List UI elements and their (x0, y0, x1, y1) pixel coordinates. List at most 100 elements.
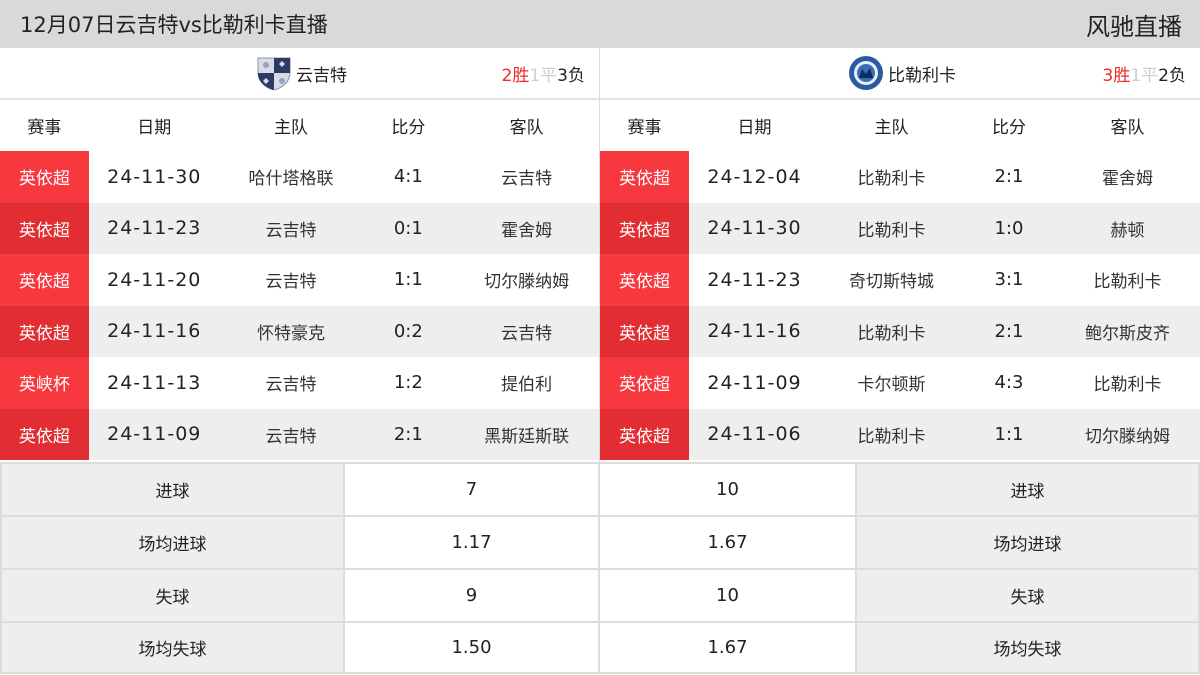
table-row: 英依超 24-11-23 奇切斯特城 3:1 比勒利卡 (600, 254, 1200, 306)
table-header: 赛事 日期 主队 比分 客队 (0, 100, 599, 151)
competition-badge: 英依超 (0, 202, 89, 254)
away-team: 切尔滕纳姆 (484, 272, 570, 293)
record-wins: 3胜 (1102, 65, 1131, 86)
record-draws: 1平 (1130, 65, 1159, 86)
col-competition: 赛事 (627, 118, 662, 138)
brand-name: 风驰直播 (1086, 12, 1182, 41)
table-row: 英依超 24-11-23 云吉特 0:1 霍舍姆 (0, 202, 599, 254)
match-date: 24-11-16 (107, 320, 202, 343)
record-draws: 1平 (529, 65, 558, 86)
competition-badge: 英依超 (600, 305, 689, 357)
match-score: 3:1 (994, 269, 1024, 291)
stat-label-left: 失球 (0, 570, 345, 621)
away-team: 比勒利卡 (1093, 272, 1162, 293)
stat-value-right: 10 (600, 570, 857, 621)
left-team-bar: 云吉特 2胜1平3负 (0, 48, 599, 100)
stats-row-goals: 进球 7 10 进球 (0, 462, 1200, 515)
match-date: 24-11-09 (107, 423, 202, 446)
match-score: 1:1 (994, 423, 1024, 445)
home-team: 哈什塔格联 (248, 169, 334, 190)
page-title: 12月07日云吉特vs比勒利卡直播 (20, 13, 328, 37)
home-team: 比勒利卡 (857, 169, 926, 190)
right-team-record: 3胜1平2负 (1103, 61, 1186, 86)
record-losses: 2负 (1158, 65, 1186, 86)
home-team: 云吉特 (265, 220, 317, 241)
left-team-record: 2胜1平3负 (502, 61, 585, 86)
away-team: 云吉特 (501, 323, 553, 344)
match-score: 0:2 (393, 320, 423, 342)
stats-table: 进球 7 10 进球 场均进球 1.17 1.67 场均进球 失球 9 10 失… (0, 462, 1200, 675)
competition-badge: 英依超 (600, 151, 689, 203)
table-row: 英依超 24-11-09 卡尔顿斯 4:3 比勒利卡 (600, 357, 1200, 409)
home-team: 云吉特 (265, 375, 317, 396)
col-away: 客队 (1110, 118, 1145, 138)
left-team-panel: 云吉特 2胜1平3负 赛事 日期 主队 比分 客队 英依超 24-11-30 哈… (0, 48, 600, 462)
right-team-panel: 比勒利卡 3胜1平2负 赛事 日期 主队 比分 客队 英依超 24-12-04 … (600, 48, 1200, 462)
competition-badge: 英依超 (600, 254, 689, 306)
away-team: 黑斯廷斯联 (484, 426, 570, 447)
table-row: 英依超 24-11-20 云吉特 1:1 切尔滕纳姆 (0, 254, 599, 306)
col-home: 主队 (874, 118, 909, 138)
away-team: 鲍尔斯皮齐 (1085, 323, 1170, 344)
home-team: 比勒利卡 (857, 323, 926, 344)
away-team: 赫顿 (1110, 220, 1145, 241)
match-date: 24-11-30 (107, 165, 202, 188)
match-date: 24-11-06 (707, 423, 802, 446)
stat-label-right: 失球 (857, 570, 1200, 621)
home-team: 比勒利卡 (857, 220, 926, 241)
stat-label-left: 进球 (0, 464, 345, 515)
match-date: 24-11-13 (107, 371, 202, 394)
table-row: 英依超 24-12-04 比勒利卡 2:1 霍舍姆 (600, 151, 1200, 203)
col-date: 日期 (137, 118, 172, 138)
round-crest-icon (844, 54, 888, 92)
competition-badge: 英依超 (600, 202, 689, 254)
away-team: 霍舍姆 (1102, 169, 1153, 190)
stat-value-right: 10 (600, 464, 857, 515)
competition-badge: 英峡杯 (0, 357, 89, 409)
stat-value-left: 1.17 (345, 517, 600, 568)
match-date: 24-11-16 (707, 320, 802, 343)
competition-badge: 英依超 (0, 151, 89, 203)
match-date: 24-11-30 (707, 217, 802, 240)
competition-badge: 英依超 (600, 357, 689, 409)
match-score: 2:1 (994, 320, 1024, 342)
stat-label-left: 场均进球 (0, 517, 345, 568)
away-team: 云吉特 (501, 169, 553, 190)
match-score: 1:0 (994, 217, 1024, 239)
match-score: 1:2 (393, 372, 423, 394)
page-header: 12月07日云吉特vs比勒利卡直播 风驰直播 (0, 0, 1200, 48)
stat-value-left: 9 (345, 570, 600, 621)
match-score: 2:1 (994, 166, 1024, 188)
match-score: 1:1 (393, 269, 423, 291)
col-away: 客队 (509, 118, 544, 138)
home-team: 卡尔顿斯 (857, 375, 926, 396)
table-row: 英峡杯 24-11-13 云吉特 1:2 提伯利 (0, 357, 599, 409)
right-team-bar: 比勒利卡 3胜1平2负 (600, 48, 1200, 100)
stat-value-left: 1.50 (345, 623, 600, 672)
stats-row-avg-goals: 场均进球 1.17 1.67 场均进球 (0, 515, 1200, 568)
stat-label-left: 场均失球 (0, 623, 345, 672)
away-team: 比勒利卡 (1093, 375, 1162, 396)
home-team: 怀特豪克 (257, 323, 326, 344)
match-date: 24-11-20 (107, 268, 202, 291)
match-date: 24-12-04 (707, 165, 802, 188)
table-row: 英依超 24-11-16 比勒利卡 2:1 鲍尔斯皮齐 (600, 305, 1200, 357)
table-row: 英依超 24-11-16 怀特豪克 0:2 云吉特 (0, 305, 599, 357)
match-score: 2:1 (393, 423, 423, 445)
col-home: 主队 (274, 118, 309, 138)
match-score: 4:3 (994, 372, 1024, 394)
home-team: 云吉特 (265, 426, 317, 447)
match-date: 24-11-23 (707, 268, 802, 291)
away-team: 提伯利 (501, 375, 553, 396)
competition-badge: 英依超 (0, 408, 89, 460)
match-date: 24-11-09 (707, 371, 802, 394)
stat-value-right: 1.67 (600, 517, 857, 568)
record-losses: 3负 (557, 65, 585, 86)
stat-label-right: 场均失球 (857, 623, 1200, 672)
left-team-name: 云吉特 (296, 65, 347, 86)
table-row: 英依超 24-11-30 比勒利卡 1:0 赫顿 (600, 202, 1200, 254)
right-team-name: 比勒利卡 (888, 65, 956, 86)
away-team: 切尔滕纳姆 (1085, 426, 1170, 447)
competition-badge: 英依超 (600, 408, 689, 460)
stats-row-conceded: 失球 9 10 失球 (0, 568, 1200, 621)
